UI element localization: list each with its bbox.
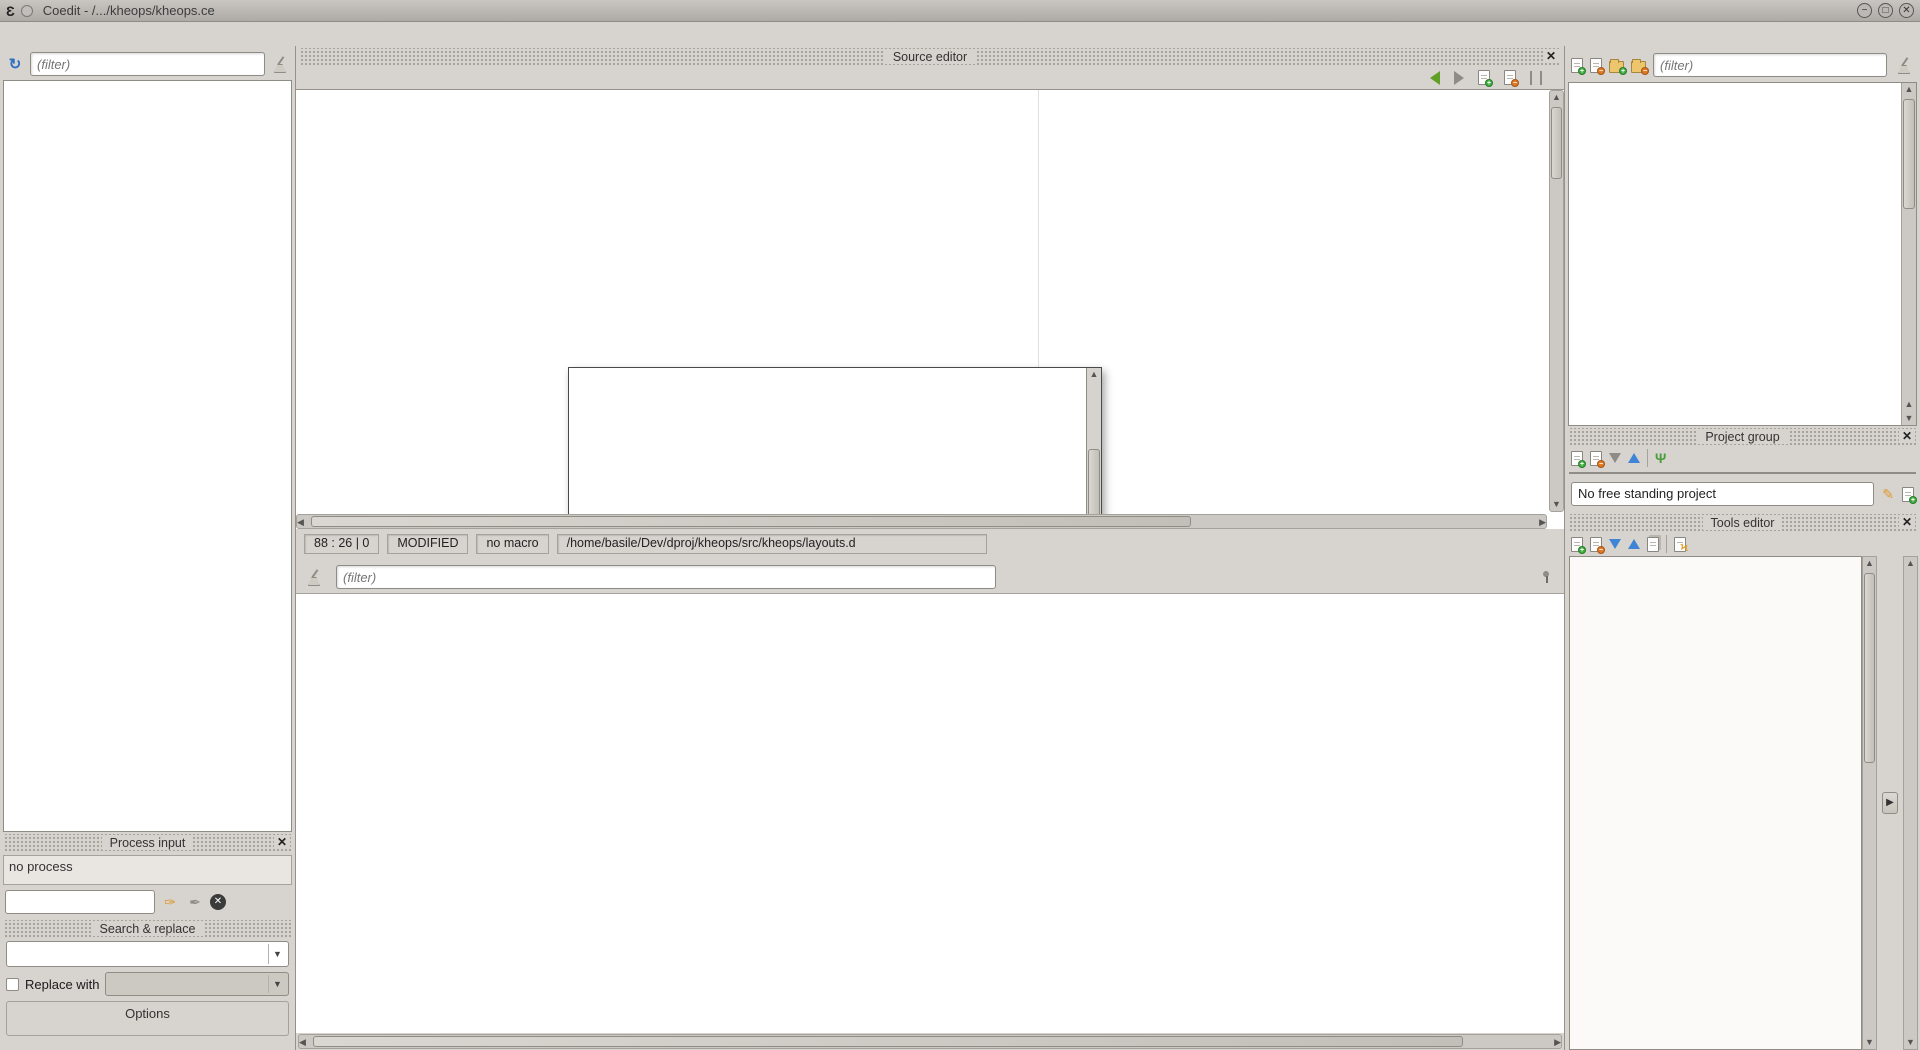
close-icon[interactable]: ✕	[274, 835, 290, 849]
file-path: /home/basile/Dev/dproj/kheops/src/kheops…	[557, 534, 987, 554]
editor-tab-bar: + −	[296, 66, 1564, 90]
right-panel: + − + − ▲ ▲ ▼ Project group ✕ + −	[1564, 46, 1920, 1050]
add-file-icon[interactable]: +	[1571, 58, 1583, 73]
code-editor[interactable]: ▲ ▲ ▼ ▲ ▼ ◀ ▶	[296, 90, 1564, 529]
clean-icon[interactable]	[270, 54, 290, 74]
close-icon[interactable]: ✕	[1899, 515, 1915, 529]
new-free-project-icon[interactable]: +	[1902, 487, 1914, 502]
popup-scrollbar[interactable]: ▲ ▲ ▼	[1086, 368, 1101, 529]
add-project-icon[interactable]: +	[1571, 451, 1583, 466]
clean-icon[interactable]	[1894, 55, 1914, 75]
pin-icon[interactable]	[1536, 567, 1556, 587]
expand-pane-button[interactable]: ▶	[1882, 792, 1898, 814]
scroll-up-icon[interactable]: ▲	[1087, 368, 1101, 381]
messages-toolbar	[296, 561, 1564, 593]
menu-bar	[0, 22, 1920, 46]
symbol-filter-input[interactable]	[30, 52, 265, 76]
tools-detail-scrollbar[interactable]: ▲ ▼	[1903, 556, 1918, 1050]
project-group-header: Project group ✕	[1568, 428, 1917, 446]
remove-file-icon[interactable]: −	[1590, 58, 1602, 73]
pen-icon[interactable]: ✒	[185, 892, 205, 912]
search-replace-header: Search & replace	[3, 920, 292, 938]
window-title: Coedit - /.../kheops/kheops.ce	[43, 3, 215, 18]
replace-with-combo[interactable]: ▼	[105, 972, 289, 996]
caret-position: 88 : 26 | 0	[304, 534, 379, 554]
move-up-icon[interactable]	[1628, 539, 1640, 549]
messages-filter-input[interactable]	[336, 565, 996, 589]
add-folder-icon[interactable]: +	[1609, 61, 1624, 73]
symbol-tree	[3, 80, 292, 832]
messages-list	[296, 593, 1564, 1033]
run-tool-icon[interactable]: Ϟ	[1674, 537, 1686, 552]
free-standing-project: No free standing project	[1571, 482, 1874, 506]
status-bar: 88 : 26 | 0 MODIFIED no macro /home/basi…	[296, 529, 1564, 559]
close-icon[interactable]: ✕	[1899, 429, 1915, 443]
tools-editor-header: Tools editor ✕	[1568, 514, 1917, 532]
new-document-icon[interactable]: +	[1478, 70, 1490, 85]
search-options-group: Options	[6, 1001, 289, 1036]
clear-messages-icon[interactable]	[304, 567, 324, 587]
left-panel: ↻ Process input ✕ no process ✑ ✒ ✕ Searc…	[0, 46, 296, 1050]
project-group-table	[1569, 472, 1916, 474]
app-icon: Ɛ	[6, 3, 15, 19]
tools-list	[1569, 556, 1862, 1050]
refresh-icon[interactable]: ↻	[5, 54, 25, 74]
editor-hscrollbar[interactable]: ◀ ▶	[296, 514, 1547, 529]
cancel-icon[interactable]: ✕	[210, 894, 226, 910]
process-input-header: Process input ✕	[3, 834, 292, 852]
source-editor-header: Source editor ✕	[299, 48, 1561, 66]
replace-with-checkbox[interactable]	[6, 978, 19, 991]
macro-status: no macro	[476, 534, 548, 554]
window-menu-icon[interactable]	[21, 5, 33, 17]
project-filter-input[interactable]	[1653, 53, 1887, 77]
messages-hscrollbar[interactable]: ◀ ▶	[298, 1034, 1562, 1049]
close-document-icon[interactable]: −	[1504, 70, 1516, 85]
move-down-icon[interactable]	[1609, 453, 1621, 463]
edit-icon[interactable]: ✎	[1882, 486, 1894, 503]
replace-with-label: Replace with	[25, 977, 99, 992]
maximize-button[interactable]: □	[1878, 3, 1893, 18]
tools-scrollbar[interactable]: ▲ ▼	[1862, 556, 1877, 1050]
minimize-button[interactable]: −	[1857, 3, 1872, 18]
center-panel: Source editor ✕ + − ▲ ▲	[296, 46, 1564, 1050]
modified-status: MODIFIED	[387, 534, 468, 554]
clone-tool-icon[interactable]	[1647, 537, 1659, 552]
search-term-combo[interactable]: ▼	[6, 941, 289, 967]
detach-editor-icon[interactable]	[1530, 71, 1542, 85]
process-input-field[interactable]	[5, 890, 155, 914]
process-status: no process	[3, 855, 292, 885]
project-file-tree: ▲ ▲ ▼	[1568, 82, 1917, 426]
go-back-icon[interactable]	[1430, 71, 1440, 85]
title-bar: Ɛ Coedit - /.../kheops/kheops.ce − □ ✕	[0, 0, 1920, 22]
close-button[interactable]: ✕	[1899, 3, 1914, 18]
options-title: Options	[13, 1004, 282, 1027]
move-down-icon[interactable]	[1609, 539, 1621, 549]
remove-tool-icon[interactable]: −	[1590, 537, 1602, 552]
close-icon[interactable]: ✕	[1543, 49, 1559, 63]
send-icon[interactable]: ✑	[160, 892, 180, 912]
filetree-scrollbar[interactable]: ▲ ▲ ▼	[1901, 83, 1916, 425]
move-up-icon[interactable]	[1628, 453, 1640, 463]
editor-vscrollbar[interactable]: ▲ ▼	[1549, 90, 1564, 512]
completion-popup: ▲ ▲ ▼	[568, 367, 1102, 529]
add-tool-icon[interactable]: +	[1571, 537, 1583, 552]
async-mode-icon[interactable]: Ψ	[1655, 450, 1666, 466]
remove-folder-icon[interactable]: −	[1631, 61, 1646, 73]
remove-project-icon[interactable]: −	[1590, 451, 1602, 466]
go-forward-icon[interactable]	[1454, 71, 1464, 85]
